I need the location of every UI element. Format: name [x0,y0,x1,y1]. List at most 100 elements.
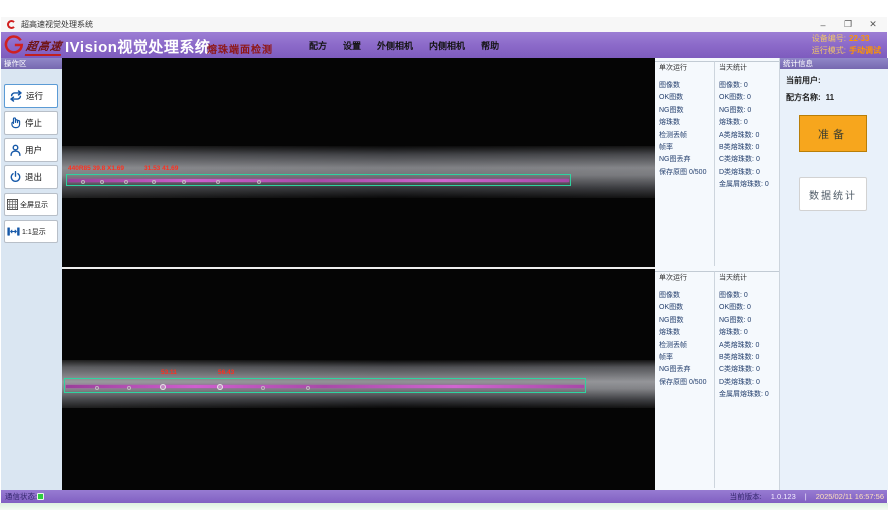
recipe-name-label: 配方名称: [786,93,821,102]
user-button[interactable]: 用户 [4,138,58,162]
camera-view-area: 440R85 39.8 X1.69 31.53 41.69 53.11 56.4… [62,58,655,490]
exit-button[interactable]: 退出 [4,165,58,189]
version-label: 当前版本: [730,491,762,502]
stat-row: 熔珠数: 0 [715,117,779,129]
stat-row: B类熔珠数: 0 [715,142,779,154]
pore-marker [306,386,310,390]
data-statistics-button[interactable]: 数据统计 [799,177,867,211]
window-titlebar: 超高速视觉处理系统 – ❐ ✕ [1,17,887,32]
info-panel: 统计信息 当前用户: 配方名称: 11 准备 数据统计 [780,58,888,490]
stat-row: 熔珠数 [655,327,714,339]
today-stats-column: 当天统计 图像数: 0 OK图数: 0 NG图数: 0 熔珠数: 0 A类熔珠数… [714,271,779,488]
run-mode-label: 运行模式: [812,46,846,55]
today-stats-column: 当天统计 图像数: 0 OK图数: 0 NG图数: 0 熔珠数: 0 A类熔珠数… [714,61,779,266]
exit-button-label: 退出 [25,171,42,183]
pore-marker [160,384,166,390]
stop-hand-icon [9,116,22,130]
stat-row: 熔珠数: 0 [715,327,779,339]
version-value: 1.0.123 [771,492,796,501]
stat-row: 图像数: 0 [715,290,779,302]
menu-item-help[interactable]: 帮助 [481,39,499,52]
stat-row: OK图数 [655,92,714,104]
stat-row: A类熔珠数: 0 [715,130,779,142]
window-title: 超高速视觉处理系统 [21,17,93,32]
app-header: 超高速 IVision视觉处理系统 熔珠端面检测 配方 设置 外侧相机 内侧相机… [1,32,887,58]
maximize-button[interactable]: ❐ [842,19,854,30]
close-button[interactable]: ✕ [867,19,879,30]
stat-row: 图像数 [655,290,714,302]
status-bar: 通信状态: 当前版本: 1.0.123 | 2025/02/11 16:57:5… [1,490,887,503]
overlay-annotation-top: 440R85 39.8 X1.69 31.53 41.69 [68,165,178,172]
annotation-measurement: 31.53 41.69 [144,165,178,172]
bead-line [66,385,584,388]
stat-row: 帧率 [655,352,714,364]
camera-divider [62,267,655,269]
stat-row: NG图数: 0 [715,315,779,327]
annotation-measurement: 56.43 [218,369,234,376]
minimize-button[interactable]: – [817,20,829,30]
pore-marker [100,180,104,184]
app-logo-icon [7,20,16,29]
stat-row: NG图数 [655,105,714,117]
stop-button-label: 停止 [25,117,42,129]
menu-item-inner-camera[interactable]: 内侧相机 [429,39,465,52]
bead-line [68,179,569,182]
pore-marker [182,180,186,184]
pore-marker [152,180,156,184]
pore-marker [216,180,220,184]
prepare-button[interactable]: 准备 [799,115,867,152]
stat-row: D类熔珠数: 0 [715,167,779,179]
user-icon [9,143,22,157]
stat-row: B类熔珠数: 0 [715,352,779,364]
stat-row: C类熔珠数: 0 [715,154,779,166]
stat-row: 金属屑熔珠数: 0 [715,389,779,401]
device-info: 设备编号:22-33 运行模式:手动调试 [812,33,881,57]
app-subtitle: 熔珠端面检测 [207,41,273,56]
datetime: 2025/02/11 16:57:56 [816,492,884,501]
pore-marker [127,386,131,390]
brand-logo-text: 超高速 [25,38,64,56]
stat-row: 图像数: 0 [715,80,779,92]
single-run-column: 单次运行 图像数 OK图数 NG图数 熔珠数 检测丢帧 帧率 NG图丢弃 保存原… [655,271,714,488]
operation-sidebar: 操作区 运行 停止 用户 退出 全屏显示 [1,58,62,490]
single-run-title: 单次运行 [657,273,689,283]
statistics-panel: 单次运行 图像数 OK图数 NG图数 熔珠数 检测丢帧 帧率 NG图丢弃 保存原… [655,58,780,490]
today-stats-title: 当天统计 [717,63,749,73]
stat-row: NG图丢弃 [655,154,714,166]
stat-row: OK图数: 0 [715,92,779,104]
power-icon [9,170,22,184]
stop-button[interactable]: 停止 [4,111,58,135]
pore-marker [124,180,128,184]
detection-roi-top [66,174,571,186]
single-run-title: 单次运行 [657,63,689,73]
stat-row: 图像数 [655,80,714,92]
stat-row: 保存原图 0/500 [655,167,714,179]
fullscreen-button[interactable]: 全屏显示 [4,193,58,216]
stat-row: D类熔珠数: 0 [715,377,779,389]
one-to-one-icon [7,226,20,237]
stat-row: A类熔珠数: 0 [715,340,779,352]
current-user-label: 当前用户: [786,76,821,85]
one-to-one-button[interactable]: 1:1显示 [4,220,58,243]
menu-item-recipe[interactable]: 配方 [309,39,327,52]
stat-row: 检测丢帧 [655,340,714,352]
info-panel-title: 统计信息 [780,58,888,69]
pore-marker [95,386,99,390]
sidebar-title: 操作区 [1,58,62,69]
stat-row: NG图丢弃 [655,364,714,376]
menu-item-outer-camera[interactable]: 外侧相机 [377,39,413,52]
menu-item-settings[interactable]: 设置 [343,39,361,52]
stats-group-bottom: 单次运行 图像数 OK图数 NG图数 熔珠数 检测丢帧 帧率 NG图丢弃 保存原… [655,268,779,490]
comm-status-ok-icon [37,493,44,500]
stat-row: NG图数 [655,315,714,327]
stat-row: OK图数: 0 [715,302,779,314]
today-stats-title: 当天统计 [717,273,749,283]
run-button[interactable]: 运行 [4,84,58,108]
brand-logo-icon [4,35,24,60]
recipe-name-value: 11 [826,93,834,102]
detection-roi-bottom [64,378,586,393]
stat-row: 熔珠数 [655,117,714,129]
stat-row: C类熔珠数: 0 [715,364,779,376]
menu-bar: 配方 设置 外侧相机 内侧相机 帮助 [309,32,499,58]
stat-row: 检测丢帧 [655,130,714,142]
